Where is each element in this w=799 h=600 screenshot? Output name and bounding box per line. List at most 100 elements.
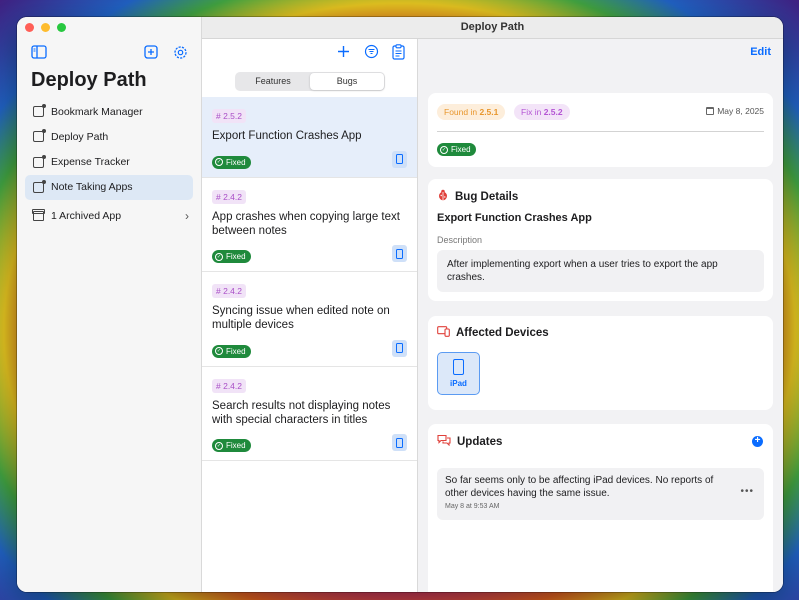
status-badge: ✓ Fixed xyxy=(437,143,476,156)
status-label: Fixed xyxy=(451,145,471,154)
tab-features[interactable]: Features xyxy=(236,73,310,90)
date-label: May 8, 2025 xyxy=(717,106,764,116)
window-title: Deploy Path xyxy=(202,17,783,39)
close-window-button[interactable] xyxy=(25,23,34,32)
maximize-window-button[interactable] xyxy=(57,23,66,32)
version-tag: # 2.4.2 xyxy=(212,378,246,393)
ipad-icon xyxy=(392,434,407,451)
sidebar-item-bookmark-manager[interactable]: Bookmark Manager xyxy=(25,99,193,124)
description-text: After implementing export when a user tr… xyxy=(437,250,764,292)
ipad-icon xyxy=(392,339,407,357)
calendar-icon xyxy=(706,107,715,115)
description-label: Description xyxy=(437,235,483,245)
version-card: Found in 2.5.1 Fix in 2.5.2 May 8, 2025 … xyxy=(428,93,773,167)
status-label: Fixed xyxy=(226,157,246,167)
bug-title: Export Function Crashes App xyxy=(212,130,362,142)
sidebar: Deploy Path Bookmark Manager Deploy Path… xyxy=(17,17,202,592)
affected-devices-card: Affected Devices iPad xyxy=(428,316,773,410)
card-title: Bug Details xyxy=(455,190,519,203)
bug-name: Export Function Crashes App xyxy=(437,212,592,224)
archive-box-icon xyxy=(32,209,45,221)
clipboard-icon[interactable] xyxy=(392,44,407,60)
update-timestamp: May 8 at 9:53 AM xyxy=(445,503,500,510)
ipad-icon xyxy=(453,359,464,375)
sidebar-item-expense-tracker[interactable]: Expense Tracker xyxy=(25,150,193,175)
device-label: iPad xyxy=(450,379,467,388)
check-circle-icon: ✓ xyxy=(215,158,223,166)
bug-row[interactable]: # 2.4.2 Syncing issue when edited note o… xyxy=(202,272,417,367)
filter-icon[interactable] xyxy=(364,44,379,59)
version-tag: # 2.5.2 xyxy=(212,109,246,123)
check-circle-icon: ✓ xyxy=(215,441,223,450)
minimize-window-button[interactable] xyxy=(41,23,50,32)
bug-details-card: Bug Details Export Function Crashes App … xyxy=(428,179,773,301)
app-window: Deploy Path Bookmark Manager Deploy Path… xyxy=(17,17,783,592)
found-in-pill: Found in 2.5.1 xyxy=(437,104,506,120)
found-version: 2.5.1 xyxy=(479,107,499,117)
features-bugs-segmented-control: Features Bugs xyxy=(235,72,385,91)
divider xyxy=(437,131,764,132)
bug-list: # 2.5.2 Export Function Crashes App ✓ Fix… xyxy=(202,97,417,461)
bug-row[interactable]: # 2.4.2 App crashes when copying large t… xyxy=(202,178,417,272)
status-label: Fixed xyxy=(226,441,246,450)
app-icon xyxy=(33,129,46,143)
archived-label: 1 Archived App xyxy=(51,210,122,222)
app-icon xyxy=(33,104,46,117)
card-title: Updates xyxy=(457,435,503,448)
check-circle-icon: ✓ xyxy=(440,145,448,154)
sidebar-toolbar xyxy=(31,45,187,63)
add-update-icon[interactable]: + xyxy=(752,436,763,447)
card-title: Affected Devices xyxy=(456,327,549,339)
add-icon[interactable] xyxy=(336,44,351,59)
check-circle-icon: ✓ xyxy=(215,347,223,355)
sidebar-item-note-taking-apps[interactable]: Note Taking Apps xyxy=(25,174,193,200)
settings-gear-icon[interactable] xyxy=(173,45,189,61)
sidebar-item-label: Note Taking Apps xyxy=(51,181,133,194)
archived-apps-row[interactable]: 1 Archived App › xyxy=(25,205,193,227)
app-list: Bookmark Manager Deploy Path Expense Tra… xyxy=(25,99,193,200)
affected-devices-header: Affected Devices xyxy=(437,326,549,340)
bug-title: Search results not displaying notes with… xyxy=(212,399,391,426)
bug-title: App crashes when copying large text betw… xyxy=(212,210,400,237)
update-text: So far seems only to be affecting iPad d… xyxy=(445,475,714,499)
sidebar-toggle-icon[interactable] xyxy=(31,45,47,61)
window-controls xyxy=(25,23,66,32)
bug-row[interactable]: # 2.4.2 Search results not displaying no… xyxy=(202,367,417,461)
devices-icon xyxy=(437,326,450,340)
app-icon xyxy=(33,179,46,193)
ladybug-icon xyxy=(437,189,449,204)
list-toolbar xyxy=(336,44,407,60)
chevron-right-icon: › xyxy=(185,209,189,223)
app-icon xyxy=(33,154,46,168)
updates-card: Updates + So far seems only to be affect… xyxy=(428,424,773,592)
bug-details-header: Bug Details xyxy=(437,189,518,204)
status-badge: ✓ Fixed xyxy=(212,344,251,358)
more-options-icon[interactable]: ••• xyxy=(740,486,754,497)
check-circle-icon: ✓ xyxy=(215,252,223,261)
chat-bubbles-icon xyxy=(437,434,451,449)
sidebar-item-label: Deploy Path xyxy=(51,130,109,143)
status-label: Fixed xyxy=(226,252,246,261)
bug-title: Syncing issue when edited note on multip… xyxy=(212,305,390,331)
update-item: So far seems only to be affecting iPad d… xyxy=(437,468,764,520)
sidebar-item-deploy-path[interactable]: Deploy Path xyxy=(25,124,193,149)
sidebar-item-label: Bookmark Manager xyxy=(51,105,143,118)
tab-bugs[interactable]: Bugs xyxy=(310,73,384,90)
ipad-icon xyxy=(392,245,407,262)
edit-button[interactable]: Edit xyxy=(750,46,771,58)
found-prefix: Found in xyxy=(444,107,478,117)
status-label: Fixed xyxy=(226,346,246,356)
status-badge: ✓ Fixed xyxy=(212,250,251,263)
status-badge: ✓ Fixed xyxy=(212,439,251,452)
bug-row[interactable]: # 2.5.2 Export Function Crashes App ✓ Fix… xyxy=(202,97,417,178)
bug-list-pane: Features Bugs # 2.5.2 Export Function Cr… xyxy=(202,39,418,592)
version-tag: # 2.4.2 xyxy=(212,189,246,204)
sidebar-item-label: Expense Tracker xyxy=(51,156,130,169)
device-tile-ipad[interactable]: iPad xyxy=(437,352,480,395)
status-badge: ✓ Fixed xyxy=(212,155,251,169)
version-tag: # 2.4.2 xyxy=(212,284,246,298)
fix-in-pill: Fix in 2.5.2 xyxy=(514,104,570,120)
add-app-icon[interactable] xyxy=(144,45,160,61)
found-date: May 8, 2025 xyxy=(706,106,764,116)
sidebar-title: Deploy Path xyxy=(31,69,147,91)
